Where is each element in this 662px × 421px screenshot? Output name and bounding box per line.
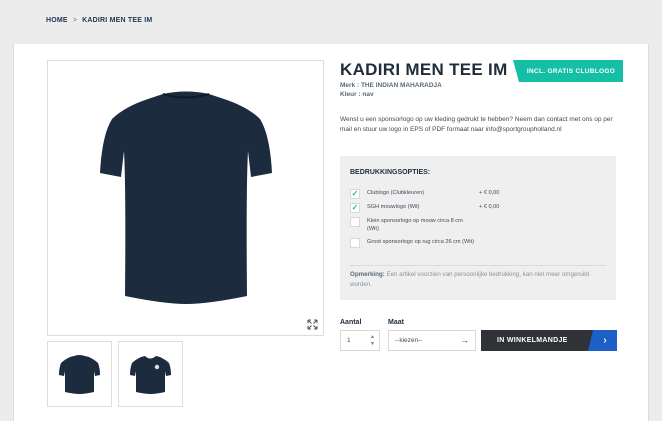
breadcrumb-separator: > <box>72 17 78 24</box>
quantity-arrows: ▲ ▼ <box>370 334 375 348</box>
option-checkbox[interactable] <box>350 238 360 248</box>
option-label: Klein sponsorlogo op mouw circa 8 cm (Wi… <box>367 218 463 232</box>
option-sgh-sleeve-logo[interactable]: ✓ SGH mouwlogo (Wit) + € 0,00 <box>350 203 499 213</box>
remark-label: Opmerking: <box>350 271 385 278</box>
option-label: Clublogo (Clubkleuren) <box>367 190 425 196</box>
option-price: + € 0,00 <box>479 204 500 210</box>
product-brand: Merk : THE INDIAN MAHARADJA <box>340 82 442 89</box>
tshirt-back-image <box>100 91 272 304</box>
quantity-value[interactable]: 1 <box>347 337 351 344</box>
free-clublogo-badge: INCL. GRATIS CLUBLOGO <box>513 60 623 82</box>
size-select-value: --kiezen-- <box>395 337 423 344</box>
product-main-image[interactable] <box>47 60 324 336</box>
options-remark: Opmerking: Een artikel voorzien van pers… <box>350 270 608 289</box>
option-checkbox[interactable]: ✓ <box>350 203 360 213</box>
option-clublogo[interactable]: ✓ Clublogo (Clubkleuren) + € 0,00 <box>350 189 499 199</box>
quantity-label: Aantal <box>340 319 362 326</box>
breadcrumb-current: KADIRI MEN TEE IM <box>82 17 153 24</box>
option-checkbox[interactable] <box>350 217 360 227</box>
breadcrumb-bar: HOME > KADIRI MEN TEE IM <box>13 0 649 44</box>
option-small-sponsor-logo[interactable]: Klein sponsorlogo op mouw circa 8 cm (Wi… <box>350 217 474 233</box>
size-select[interactable]: --kiezen-- → <box>388 330 476 351</box>
quantity-stepper[interactable]: 1 ▲ ▼ <box>340 330 380 351</box>
breadcrumb-home-link[interactable]: HOME <box>46 17 68 24</box>
add-to-cart-button[interactable]: IN WINKELMANDJE › <box>481 330 617 351</box>
remark-text: Een artikel voorzien van persoonlijke be… <box>350 271 590 288</box>
tshirt-back-thumb <box>59 355 100 394</box>
product-content: KADIRI MEN TEE IM INCL. GRATIS CLUBLOGO … <box>33 44 633 421</box>
thumbnail-front[interactable] <box>118 341 183 407</box>
product-color: Kleur : nav <box>340 91 374 98</box>
chevron-right-icon: › <box>588 330 617 351</box>
option-large-sponsor-logo[interactable]: Groot sponsorlogo op rug circa 26 cm (Wi… <box>350 238 474 248</box>
product-title: KADIRI MEN TEE IM <box>340 60 508 79</box>
option-label: SGH mouwlogo (Wit) <box>367 204 420 210</box>
breadcrumb: HOME > KADIRI MEN TEE IM <box>46 17 152 24</box>
option-price: + € 0,00 <box>479 190 500 196</box>
product-meta: Merk : THE INDIAN MAHARADJA Kleur : nav <box>340 81 442 99</box>
thumbnail-back[interactable] <box>47 341 112 407</box>
option-label: Groot sponsorlogo op rug circa 26 cm (Wi… <box>367 239 474 245</box>
option-checkbox[interactable]: ✓ <box>350 189 360 199</box>
arrow-right-icon: → <box>460 335 469 345</box>
add-to-cart-label: IN WINKELMANDJE <box>497 337 568 344</box>
print-options-panel: BEDRUKKINGSOPTIES: ✓ Clublogo (Clubkleur… <box>340 156 616 300</box>
checkmark-icon: ✓ <box>351 189 359 198</box>
quantity-up-icon[interactable]: ▲ <box>370 334 375 341</box>
checkmark-icon: ✓ <box>351 203 359 212</box>
product-description: Wenst u een sponsorlogo op uw kleding ge… <box>340 116 613 133</box>
tshirt-front-thumb <box>130 356 171 394</box>
size-label: Maat <box>388 319 404 326</box>
print-options-title: BEDRUKKINGSOPTIES: <box>350 169 431 176</box>
options-divider <box>350 265 606 266</box>
expand-icon[interactable] <box>307 319 318 330</box>
quantity-down-icon[interactable]: ▼ <box>370 341 375 348</box>
